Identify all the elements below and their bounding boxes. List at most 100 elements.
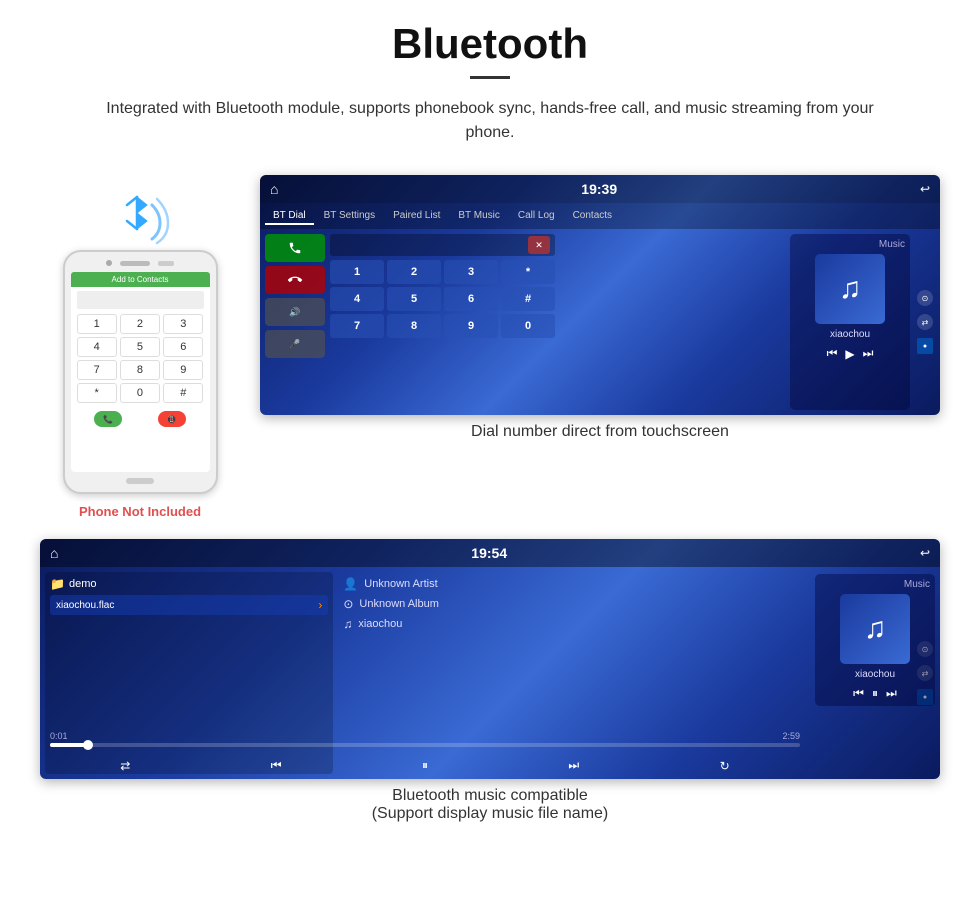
pause-button[interactable]: ⏸ (422, 758, 428, 773)
dial-key-grid: 1 2 3 * 4 5 6 # 7 8 9 0 (330, 260, 555, 338)
dial-key-4[interactable]: 4 (330, 287, 384, 311)
backspace-button[interactable]: ✕ (528, 236, 550, 254)
dial-key-5[interactable]: 5 (387, 287, 441, 311)
phone-dial-grid: 1 2 3 4 5 6 7 8 9 * 0 # (77, 314, 204, 403)
side-icon-1[interactable]: ⊙ (917, 290, 933, 306)
phone-key-9[interactable]: 9 (163, 360, 203, 380)
artist-icon: 👤 (343, 577, 358, 591)
prev-track-button-2[interactable]: ⏮ (853, 686, 864, 701)
screen1-time: 19:39 (581, 181, 617, 197)
phone-key-hash[interactable]: # (163, 383, 203, 403)
phone-key-5[interactable]: 5 (120, 337, 160, 357)
album-icon: ⊙ (343, 597, 353, 611)
dial-key-star[interactable]: * (501, 260, 555, 284)
dial-key-6[interactable]: 6 (444, 287, 498, 311)
phone-home-button[interactable] (126, 478, 154, 484)
phone-key-6[interactable]: 6 (163, 337, 203, 357)
time-end: 2:59 (782, 731, 800, 741)
file-name: xiaochou.flac (56, 600, 114, 611)
phone-not-included-label: Phone Not Included (79, 504, 201, 519)
side-icon-3[interactable]: ● (917, 338, 933, 354)
prev-track-button-1[interactable]: ⏮ (827, 346, 838, 361)
side-icons-1: ⊙ ⇄ ● (915, 234, 935, 410)
phone-key-4[interactable]: 4 (77, 337, 117, 357)
dial-key-0[interactable]: 0 (501, 314, 555, 338)
file-item[interactable]: xiaochou.flac › (50, 595, 328, 615)
phone-key-8[interactable]: 8 (120, 360, 160, 380)
phone-mockup: Add to Contacts 1 2 3 4 5 6 7 8 9 * (63, 250, 218, 494)
play-button-1[interactable]: ▶ (845, 347, 854, 361)
dial-key-2[interactable]: 2 (387, 260, 441, 284)
dial-speaker-button[interactable]: 🔊 (265, 298, 325, 326)
phone-call-button[interactable]: 📞 (94, 411, 122, 427)
music-track-name-1: xiaochou (830, 329, 870, 340)
phone-screen-header: Add to Contacts (71, 272, 210, 287)
time-start: 0:01 (50, 731, 68, 741)
tab-call-log[interactable]: Call Log (510, 208, 563, 225)
phone-key-3[interactable]: 3 (163, 314, 203, 334)
car-screen-1: ⌂ 19:39 ↩ BT Dial BT Settings Paired Lis… (260, 175, 940, 415)
music-controls-2: ⏮ ⏸ ⏭ (853, 686, 897, 701)
dial-key-7[interactable]: 7 (330, 314, 384, 338)
title-divider (470, 76, 510, 79)
tab-paired-list[interactable]: Paired List (385, 208, 448, 225)
home-icon-2[interactable]: ⌂ (50, 545, 58, 561)
tab-contacts[interactable]: Contacts (565, 208, 620, 225)
music-note-icon-2: ♫ (864, 612, 887, 646)
dial-call-button[interactable] (265, 234, 325, 262)
back-icon-2[interactable]: ↩ (920, 546, 930, 560)
music-panel-2: Music ♫ xiaochou ⏮ ⏸ ⏭ (815, 574, 935, 706)
music-note-icon-1: ♫ (839, 272, 862, 306)
file-arrow-icon: › (318, 598, 322, 612)
repeat-button[interactable]: ↻ (720, 759, 730, 773)
dial-pad: ✕ 1 2 3 * 4 5 6 # 7 (330, 234, 555, 410)
phone-camera (106, 260, 112, 266)
car-screen1-header: ⌂ 19:39 ↩ (260, 175, 940, 203)
pause-button-2[interactable]: ⏸ (872, 686, 878, 701)
phone-key-star[interactable]: * (77, 383, 117, 403)
folder-name: demo (69, 578, 97, 590)
progress-area: 0:01 2:59 (50, 731, 800, 747)
phone-key-1[interactable]: 1 (77, 314, 117, 334)
folder-icon: 📁 (50, 577, 65, 591)
next-track-button-2[interactable]: ⏭ (886, 686, 897, 701)
album-row: ⊙ Unknown Album (343, 597, 621, 611)
next-track-button-1[interactable]: ⏭ (863, 346, 874, 361)
next-button[interactable]: ⏭ (568, 758, 579, 773)
track-icon: ♫ (343, 617, 352, 631)
dial-key-hash[interactable]: # (501, 287, 555, 311)
dial-action-buttons: 🔊 🎤 (265, 234, 325, 410)
tab-bt-music[interactable]: BT Music (450, 208, 508, 225)
screen1-column: ⌂ 19:39 ↩ BT Dial BT Settings Paired Lis… (260, 175, 940, 456)
car-screen1-body: 🔊 🎤 ✕ 1 2 3 * (260, 229, 940, 415)
prev-button[interactable]: ⏮ (271, 758, 282, 773)
tab-bt-dial[interactable]: BT Dial (265, 208, 314, 225)
dial-key-3[interactable]: 3 (444, 260, 498, 284)
home-icon[interactable]: ⌂ (270, 181, 278, 197)
dial-key-1[interactable]: 1 (330, 260, 384, 284)
dial-end-button[interactable] (265, 266, 325, 294)
tab-bt-settings[interactable]: BT Settings (316, 208, 384, 225)
album-art-2: ♫ (840, 594, 910, 664)
dial-mute-button[interactable]: 🎤 (265, 330, 325, 358)
phone-key-7[interactable]: 7 (77, 360, 117, 380)
dial-key-9[interactable]: 9 (444, 314, 498, 338)
artist-name: Unknown Artist (364, 578, 437, 590)
phone-end-button[interactable]: 📵 (158, 411, 186, 427)
track-row: ♫ xiaochou (343, 617, 621, 631)
page-description: Integrated with Bluetooth module, suppor… (80, 97, 900, 145)
music-controls-1: ⏮ ▶ ⏭ (827, 346, 874, 361)
phone-key-2[interactable]: 2 (120, 314, 160, 334)
shuffle-button[interactable]: ⇄ (120, 759, 130, 773)
playback-controls: ⇄ ⏮ ⏸ ⏭ ↻ (50, 758, 800, 773)
phone-column: Add to Contacts 1 2 3 4 5 6 7 8 9 * (40, 175, 240, 519)
progress-bar[interactable] (50, 743, 800, 747)
dial-key-8[interactable]: 8 (387, 314, 441, 338)
bottom-section: ⌂ 19:54 ↩ 📁 demo xiaochou.flac › (40, 539, 940, 823)
screen2-container: ⌂ 19:54 ↩ 📁 demo xiaochou.flac › (40, 539, 940, 779)
side-icon-2[interactable]: ⇄ (917, 314, 933, 330)
phone-key-0[interactable]: 0 (120, 383, 160, 403)
track-name: xiaochou (358, 618, 402, 630)
screen1-caption: Dial number direct from touchscreen (260, 423, 940, 441)
back-icon[interactable]: ↩ (920, 182, 930, 196)
